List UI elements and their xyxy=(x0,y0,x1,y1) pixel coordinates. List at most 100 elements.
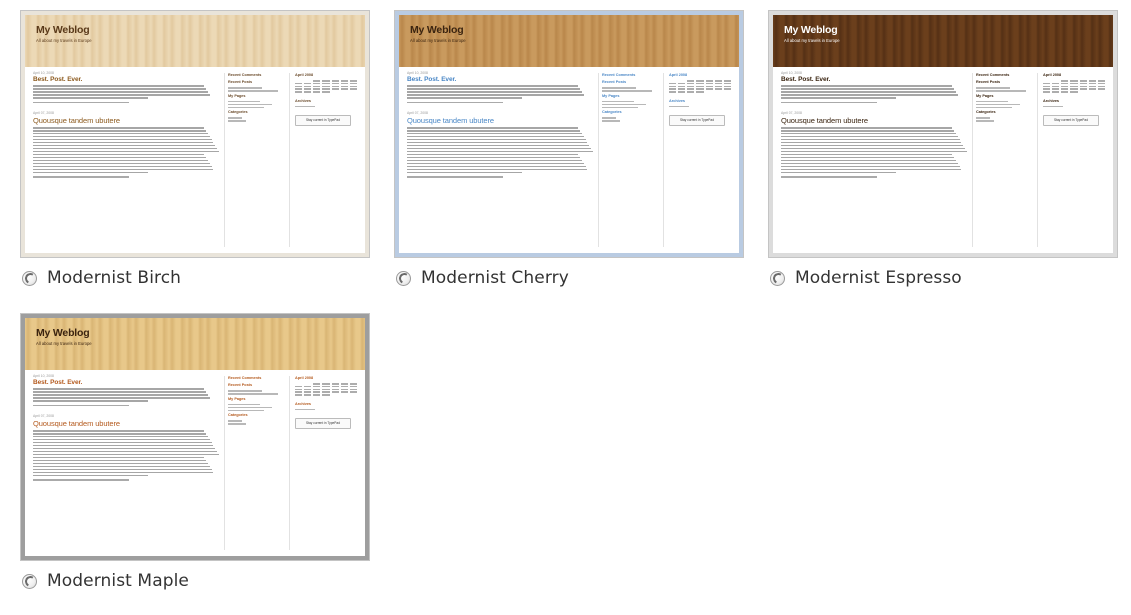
calendar-day xyxy=(322,394,330,396)
radio-button[interactable] xyxy=(396,270,411,286)
theme-thumbnail[interactable]: My Weblog All about my travels in Europe… xyxy=(394,10,744,258)
sidebar-link xyxy=(976,117,990,119)
text-line xyxy=(33,153,205,156)
theme-option-birch[interactable]: My Weblog All about my travels in Europe… xyxy=(20,10,370,288)
theme-option-maple[interactable]: My Weblog All about my travels in Europe… xyxy=(20,313,370,591)
calendar-day xyxy=(295,91,303,93)
radio-button[interactable] xyxy=(22,573,37,589)
calendar-day xyxy=(331,385,339,388)
post-date: April 07, 2008 xyxy=(407,110,428,115)
calendar-day xyxy=(696,82,704,85)
calendar-day xyxy=(295,385,303,388)
text-line xyxy=(33,471,214,474)
calendar-day xyxy=(1043,85,1051,88)
calendar-day xyxy=(687,88,695,90)
text-line xyxy=(407,126,579,129)
calendar-day xyxy=(669,85,677,88)
text-line xyxy=(407,150,593,153)
text-line xyxy=(407,165,586,168)
sidebar-right: April 2008 Archives Stay current in Type… xyxy=(1043,71,1105,127)
sidebar-heading: My Pages xyxy=(976,93,994,98)
post-date: April 10, 2008 xyxy=(407,71,428,75)
theme-option-cherry[interactable]: My Weblog All about my travels in Europe… xyxy=(394,10,744,288)
calendar-day xyxy=(322,80,330,82)
calendar-day xyxy=(313,388,321,391)
calendar-day xyxy=(1061,82,1069,85)
column-divider xyxy=(289,376,290,550)
calendar-day xyxy=(678,91,686,93)
text-line xyxy=(33,126,205,129)
calendar-day xyxy=(340,80,348,82)
text-line xyxy=(407,171,523,174)
text-line xyxy=(33,432,206,435)
calendar-day xyxy=(1052,85,1060,88)
text-line xyxy=(33,462,208,465)
theme-label[interactable]: Modernist Espresso xyxy=(795,268,962,288)
text-line xyxy=(407,129,580,132)
calendar-day xyxy=(295,88,303,90)
blog-body: April 10, 2008 Best. Post. Ever. April 0… xyxy=(399,67,739,253)
text-line xyxy=(33,453,219,456)
calendar-day xyxy=(304,88,312,90)
theme-radio-row[interactable]: Modernist Maple xyxy=(20,567,189,595)
sidebar-link xyxy=(295,105,315,108)
sidebar-heading: My Pages xyxy=(602,93,620,98)
calendar-day xyxy=(313,80,321,82)
text-line xyxy=(781,156,954,159)
sidebar-link xyxy=(228,120,246,122)
calendar-day xyxy=(349,82,357,85)
theme-thumbnail[interactable]: My Weblog All about my travels in Europe… xyxy=(768,10,1118,258)
calendar-day xyxy=(669,88,677,90)
text-line xyxy=(407,168,588,171)
column-divider xyxy=(598,73,599,247)
post-date: April 07, 2008 xyxy=(33,413,54,418)
text-line xyxy=(781,126,953,129)
text-line xyxy=(781,135,958,138)
blog-preview: My Weblog All about my travels in Europe… xyxy=(399,15,739,253)
calendar-day xyxy=(349,88,357,90)
radio-button[interactable] xyxy=(770,270,785,286)
sidebar-link xyxy=(602,120,620,122)
sidebar-right: April 2008 Archives Stay current in Type… xyxy=(295,71,357,127)
theme-radio-row[interactable]: Modernist Cherry xyxy=(394,264,569,292)
theme-thumbnail[interactable]: My Weblog All about my travels in Europe… xyxy=(20,313,370,561)
theme-option-espresso[interactable]: My Weblog All about my travels in Europe… xyxy=(768,10,1118,288)
calendar-day xyxy=(1052,88,1060,90)
calendar-day xyxy=(1097,85,1105,88)
posts-column: April 10, 2008 Best. Post. Ever. April 0… xyxy=(781,71,967,186)
text-line xyxy=(33,396,210,399)
theme-label[interactable]: Modernist Maple xyxy=(47,571,189,591)
sidebar-left: Recent Comments Recent Posts My Pages Ca… xyxy=(976,71,1032,123)
sidebar-link xyxy=(976,100,1008,102)
blog-title: My Weblog xyxy=(36,24,90,36)
sidebar-heading: My Pages xyxy=(228,396,246,401)
calendar-day xyxy=(723,85,731,88)
text-line xyxy=(33,465,210,468)
posts-column: April 10, 2008 Best. Post. Ever. April 0… xyxy=(407,71,593,186)
theme-thumbnail[interactable]: My Weblog All about my travels in Europe… xyxy=(20,10,370,258)
calendar-day xyxy=(1088,88,1096,90)
sidebar-link xyxy=(1043,105,1063,108)
radio-button[interactable] xyxy=(22,270,37,286)
theme-label[interactable]: Modernist Birch xyxy=(47,268,181,288)
theme-radio-row[interactable]: Modernist Espresso xyxy=(768,264,962,292)
calendar-day xyxy=(714,80,722,82)
blog-tagline: All about my travels in Europe xyxy=(784,38,840,43)
calendar-day xyxy=(313,91,321,93)
text-line xyxy=(33,399,149,402)
text-line xyxy=(781,150,967,153)
text-line xyxy=(781,144,964,147)
sidebar-link xyxy=(976,87,1010,89)
calendar-day xyxy=(295,82,303,85)
sidebar-link xyxy=(228,390,262,392)
calendar-day xyxy=(349,80,357,82)
column-divider xyxy=(1037,73,1038,247)
blog-tagline: All about my travels in Europe xyxy=(36,341,92,346)
theme-radio-row[interactable]: Modernist Birch xyxy=(20,264,181,292)
post-footer xyxy=(781,176,877,178)
calendar-day xyxy=(705,88,713,90)
text-line xyxy=(781,93,958,96)
text-line xyxy=(33,468,212,471)
theme-label[interactable]: Modernist Cherry xyxy=(421,268,569,288)
calendar-day xyxy=(669,91,677,93)
